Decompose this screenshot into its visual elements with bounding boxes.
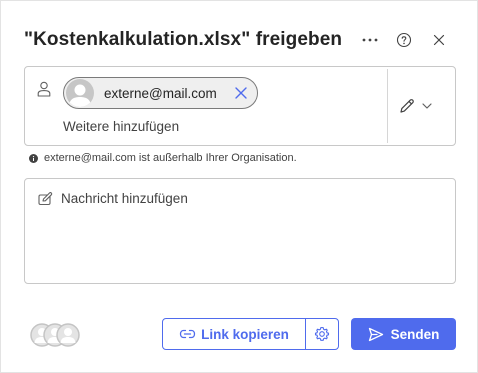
recipient-field[interactable]: externe@mail.com Weitere hinzufügen (24, 66, 456, 146)
share-dialog: "Kostenkalkulation.xlsx" freigeben exter… (0, 0, 478, 373)
info-icon (29, 153, 38, 163)
edit-message-icon (38, 192, 53, 206)
dialog-title: "Kostenkalkulation.xlsx" freigeben (24, 29, 343, 50)
pencil-icon (400, 99, 414, 113)
copy-link-split-button: Link kopieren (162, 318, 339, 350)
recipient-chip-label: externe@mail.com (104, 85, 217, 101)
send-icon (368, 327, 383, 341)
recipient-chip[interactable]: externe@mail.com (63, 77, 258, 109)
close-icon[interactable] (428, 29, 450, 51)
more-options-icon[interactable] (359, 29, 381, 51)
message-field[interactable]: Nachricht hinzufügen (24, 178, 456, 284)
send-label: Senden (390, 326, 440, 342)
external-warning-text: externe@mail.com ist außerhalb Ihrer Org… (44, 152, 297, 164)
add-recipients-input[interactable]: Weitere hinzufügen (63, 119, 179, 134)
chevron-down-icon (422, 103, 432, 109)
copy-link-label: Link kopieren (201, 326, 289, 342)
gear-icon (314, 326, 330, 341)
permission-dropdown-button[interactable] (398, 93, 444, 119)
send-button[interactable]: Senden (351, 318, 456, 350)
message-placeholder: Nachricht hinzufügen (61, 191, 188, 206)
person-icon (37, 81, 51, 97)
remove-recipient-icon[interactable] (234, 86, 248, 100)
divider (387, 69, 388, 143)
external-warning: externe@mail.com ist außerhalb Ihrer Org… (29, 152, 297, 164)
link-icon (179, 329, 196, 339)
link-settings-button[interactable] (306, 319, 338, 349)
avatar (66, 79, 94, 107)
copy-link-button[interactable]: Link kopieren (163, 319, 306, 349)
help-icon[interactable] (393, 29, 415, 51)
people-with-access-icon[interactable] (29, 322, 81, 348)
